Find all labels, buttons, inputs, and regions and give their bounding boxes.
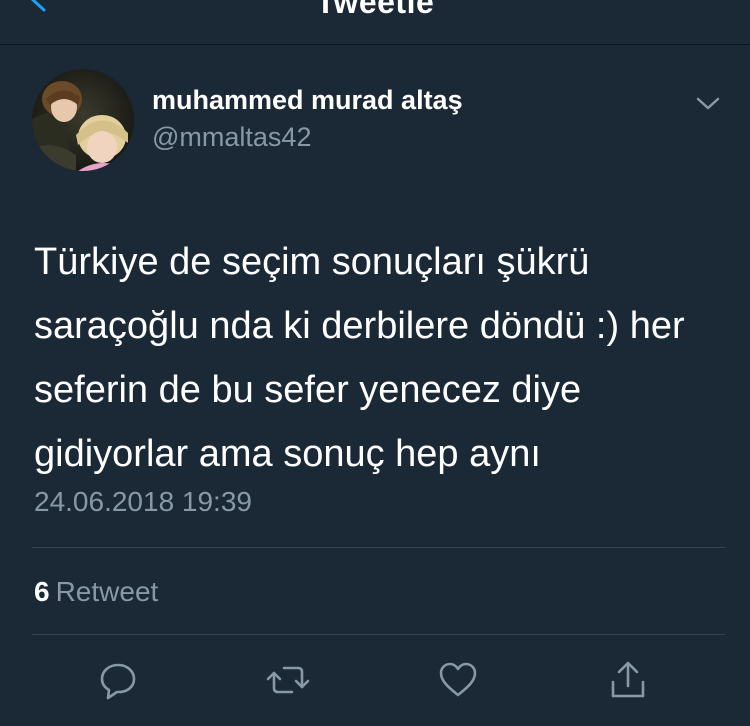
reply-button[interactable]: [96, 658, 140, 702]
reply-icon: [100, 663, 136, 700]
author-handle[interactable]: @mmaltas42: [152, 122, 311, 153]
retweet-count: 6: [34, 576, 50, 607]
like-button[interactable]: [436, 658, 480, 702]
retweet-icon: [266, 666, 310, 694]
retweet-label: Retweet: [55, 576, 159, 607]
avatar-photo: [32, 69, 134, 171]
avatar[interactable]: [32, 69, 134, 171]
retweet-button[interactable]: [266, 658, 310, 702]
like-icon: [439, 662, 477, 697]
retweet-stats[interactable]: 6 Retweet: [34, 576, 158, 608]
share-icon: [611, 661, 645, 698]
tweet-timestamp: 24.06.2018 19:39: [34, 486, 252, 517]
divider: [32, 547, 725, 548]
divider: [32, 634, 725, 635]
navigation-bar: Tweetle: [0, 0, 750, 45]
tweet-text: Türkiye de seçim sonuçları şükrü saraçoğ…: [34, 241, 685, 475]
author-display-name[interactable]: muhammed murad altaş: [152, 85, 463, 116]
chevron-down-icon[interactable]: [695, 95, 721, 113]
nav-title: Tweetle: [315, 0, 435, 20]
share-button[interactable]: [606, 658, 650, 702]
